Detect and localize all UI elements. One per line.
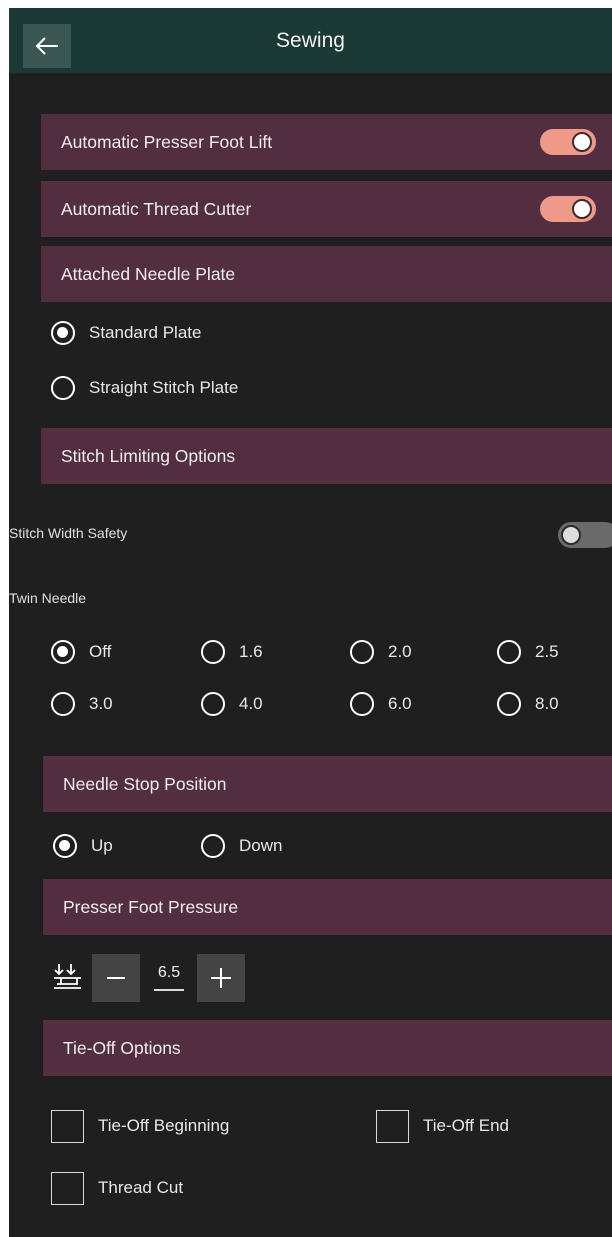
checkbox[interactable] — [51, 1109, 84, 1143]
radio-button[interactable] — [51, 692, 75, 716]
radio-button[interactable] — [350, 692, 374, 716]
plus-icon — [211, 968, 231, 988]
radio-button[interactable] — [201, 834, 225, 858]
presser-foot-pressure-icon — [54, 964, 81, 989]
radio-twin-2-0[interactable]: 2.0 — [350, 637, 412, 667]
presser-foot-lift-row: Automatic Presser Foot Lift — [41, 114, 612, 170]
tie-off-title: Tie-Off Options — [63, 1037, 181, 1058]
checkbox-tie-off-beginning[interactable]: Tie-Off Beginning — [51, 1109, 229, 1143]
radio-button[interactable] — [51, 640, 75, 664]
decrease-pressure-button[interactable] — [92, 954, 140, 1002]
radio-button[interactable] — [201, 640, 225, 664]
radio-label: 6.0 — [388, 694, 412, 713]
radio-button[interactable] — [51, 376, 75, 400]
needle-plate-title: Attached Needle Plate — [61, 263, 236, 284]
checkbox-label: Thread Cut — [98, 1178, 184, 1197]
sewing-settings-screen: Sewing Automatic Presser Foot Lift Autom… — [9, 8, 612, 1237]
minus-icon — [107, 977, 125, 979]
arrow-left-icon — [35, 37, 58, 55]
stitch-limiting-title: Stitch Limiting Options — [61, 445, 236, 466]
radio-twin-3-0[interactable]: 3.0 — [51, 689, 113, 719]
presser-foot-lift-label: Automatic Presser Foot Lift — [61, 131, 273, 152]
radio-needle-up[interactable]: Up — [53, 831, 113, 861]
radio-button[interactable] — [51, 321, 75, 345]
radio-label: Off — [89, 642, 112, 661]
radio-twin-6-0[interactable]: 6.0 — [350, 689, 412, 719]
radio-label: 2.0 — [388, 642, 412, 661]
radio-straight-stitch-plate[interactable]: Straight Stitch Plate — [51, 373, 238, 403]
radio-needle-down[interactable]: Down — [201, 831, 282, 861]
needle-plate-header: Attached Needle Plate — [41, 246, 612, 302]
needle-stop-header: Needle Stop Position — [43, 756, 612, 812]
radio-label: Straight Stitch Plate — [89, 378, 239, 397]
radio-button[interactable] — [53, 834, 77, 858]
radio-label: 2.5 — [535, 642, 559, 661]
radio-standard-plate[interactable]: Standard Plate — [51, 318, 201, 348]
checkbox[interactable] — [376, 1109, 409, 1143]
twin-needle-label: Twin Needle — [9, 590, 87, 606]
page-title: Sewing — [276, 28, 345, 52]
increase-pressure-button[interactable] — [197, 954, 245, 1002]
stitch-limiting-header: Stitch Limiting Options — [41, 428, 612, 484]
radio-label: 8.0 — [535, 694, 559, 713]
header-bar: Sewing — [9, 8, 612, 73]
radio-label: Up — [91, 836, 113, 855]
radio-label: 4.0 — [239, 694, 263, 713]
checkbox-thread-cut[interactable]: Thread Cut — [51, 1171, 183, 1205]
thread-cutter-toggle[interactable] — [540, 196, 596, 222]
stitch-width-safety-label: Stitch Width Safety — [9, 525, 128, 541]
radio-twin-off[interactable]: Off — [51, 637, 111, 667]
checkbox-label: Tie-Off End — [423, 1116, 509, 1135]
radio-twin-8-0[interactable]: 8.0 — [497, 689, 559, 719]
radio-label: 3.0 — [89, 694, 113, 713]
radio-twin-1-6[interactable]: 1.6 — [201, 637, 263, 667]
radio-label: Down — [239, 836, 283, 855]
checkbox-tie-off-end[interactable]: Tie-Off End — [376, 1109, 509, 1143]
toggle-knob — [572, 199, 592, 219]
toggle-knob — [572, 132, 592, 152]
presser-pressure-header: Presser Foot Pressure — [43, 879, 612, 935]
needle-stop-title: Needle Stop Position — [63, 773, 227, 794]
stitch-width-safety-toggle[interactable] — [558, 522, 612, 548]
presser-pressure-title: Presser Foot Pressure — [63, 896, 239, 917]
thread-cutter-row: Automatic Thread Cutter — [41, 181, 612, 237]
radio-twin-2-5[interactable]: 2.5 — [497, 637, 559, 667]
radio-label: 1.6 — [239, 642, 263, 661]
radio-button[interactable] — [497, 640, 521, 664]
radio-twin-4-0[interactable]: 4.0 — [201, 689, 263, 719]
presser-foot-lift-toggle[interactable] — [540, 129, 596, 155]
back-button[interactable] — [23, 24, 71, 68]
checkbox-label: Tie-Off Beginning — [98, 1116, 230, 1135]
checkbox[interactable] — [51, 1171, 84, 1205]
radio-button[interactable] — [497, 692, 521, 716]
thread-cutter-label: Automatic Thread Cutter — [61, 198, 252, 219]
radio-button[interactable] — [201, 692, 225, 716]
toggle-knob — [561, 525, 581, 545]
pressure-value-underline — [154, 989, 184, 991]
pressure-value: 6.5 — [157, 964, 181, 981]
tie-off-header: Tie-Off Options — [43, 1020, 612, 1076]
radio-button[interactable] — [350, 640, 374, 664]
radio-label: Standard Plate — [89, 323, 202, 342]
